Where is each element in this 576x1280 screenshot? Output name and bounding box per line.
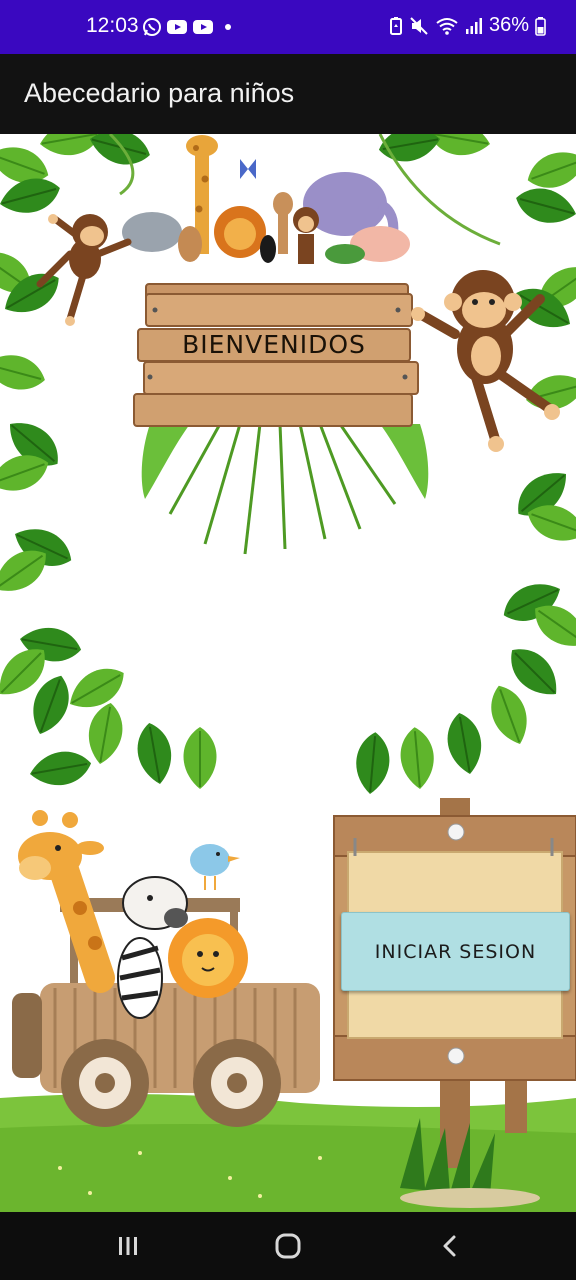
- home-button[interactable]: [268, 1230, 308, 1262]
- back-button[interactable]: [430, 1230, 470, 1262]
- lion-icon: [168, 918, 248, 998]
- system-icons: 36%: [389, 14, 546, 37]
- youtube-icon: [193, 20, 213, 34]
- battery-percent: 36%: [488, 14, 529, 36]
- monkey-left-icon: [36, 214, 132, 326]
- safari-illustration: [0, 798, 576, 1212]
- app-title: Abecedario para niños: [24, 78, 295, 108]
- dot-icon: [225, 24, 231, 30]
- youtube-icon: [167, 20, 187, 34]
- status-time: 12:03: [86, 14, 139, 37]
- app-bar: Abecedario para niños: [0, 54, 576, 134]
- notification-icons: [142, 17, 234, 37]
- monkey-right-icon: [411, 270, 560, 452]
- giraffe-icon: [18, 810, 115, 993]
- battery-saver-icon: [389, 16, 402, 35]
- welcome-banner: BIENVENIDOS: [0, 134, 576, 798]
- whatsapp-icon: [143, 18, 161, 36]
- recent-apps-button[interactable]: [108, 1230, 148, 1262]
- navigation-bar: [0, 1212, 576, 1280]
- home-icon: [275, 1233, 301, 1259]
- app-screen: 12:03 36% Abecedario para niños BIENVENI…: [0, 0, 576, 1280]
- welcome-sign-text: BIENVENIDOS: [182, 330, 366, 359]
- bird-icon: [190, 844, 240, 890]
- palm-fronds-icon: [141, 423, 429, 555]
- jungle-illustration: [0, 134, 576, 797]
- login-section: INICIAR SESION: [0, 798, 576, 1212]
- safari-jeep-icon: [12, 898, 320, 1127]
- login-button[interactable]: INICIAR SESION: [341, 912, 570, 991]
- wifi-icon: [436, 17, 458, 35]
- signal-icon: [465, 17, 482, 34]
- mute-icon: [410, 16, 428, 35]
- back-icon: [443, 1235, 456, 1257]
- jungle-animals-icon: [122, 135, 410, 264]
- status-bar: 12:03 36%: [0, 0, 576, 54]
- recent-apps-icon: [119, 1237, 137, 1255]
- battery-icon: [535, 16, 546, 36]
